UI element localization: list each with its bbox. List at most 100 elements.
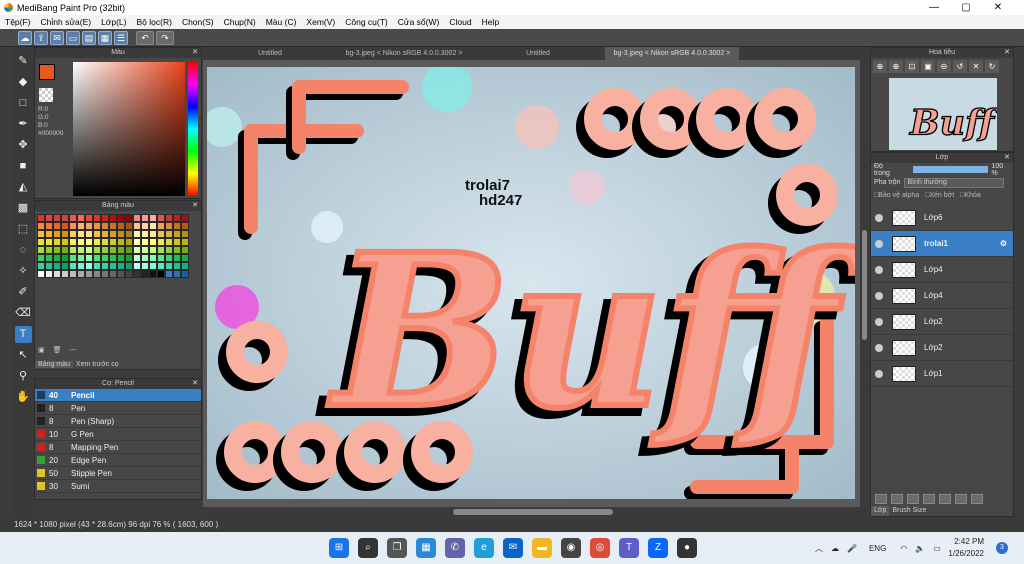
camera-icon[interactable]: ◉ bbox=[561, 538, 581, 558]
color-swatch[interactable] bbox=[69, 262, 77, 270]
color-swatch[interactable] bbox=[85, 270, 93, 278]
color-swatch[interactable] bbox=[93, 270, 101, 278]
chevron-up-icon[interactable]: ︿ bbox=[815, 543, 823, 554]
color-swatch[interactable] bbox=[37, 238, 45, 246]
color-swatch[interactable] bbox=[117, 222, 125, 230]
visibility-eye-icon[interactable] bbox=[875, 343, 883, 352]
saturation-value-picker[interactable] bbox=[73, 62, 185, 196]
tab-layer[interactable]: Lớp bbox=[871, 506, 890, 516]
color-swatch[interactable] bbox=[149, 262, 157, 270]
vertical-scrollbar[interactable] bbox=[860, 60, 869, 507]
task-view-icon[interactable]: ❐ bbox=[387, 538, 407, 558]
layer-item[interactable]: Lớp2 bbox=[871, 309, 1013, 335]
color-swatch[interactable] bbox=[69, 222, 77, 230]
color-swatch[interactable] bbox=[93, 254, 101, 262]
menu-cloud[interactable]: Cloud bbox=[444, 17, 476, 27]
delete-swatch-icon[interactable]: 🗑 bbox=[53, 347, 62, 354]
menu-help[interactable]: Help bbox=[477, 17, 504, 27]
menu-window[interactable]: Cửa sổ(W) bbox=[393, 17, 445, 27]
minimize-button[interactable]: — bbox=[918, 0, 950, 15]
color-swatch[interactable] bbox=[125, 254, 133, 262]
color-swatch[interactable] bbox=[141, 214, 149, 222]
color-swatch[interactable] bbox=[133, 270, 141, 278]
color-swatch[interactable] bbox=[165, 238, 173, 246]
shape-tool-icon[interactable]: ■ bbox=[15, 158, 32, 175]
color-swatch[interactable] bbox=[101, 230, 109, 238]
select-pen-icon[interactable]: ✐ bbox=[15, 284, 32, 301]
color-swatch[interactable] bbox=[141, 246, 149, 254]
layer-item[interactable]: trolai1 ⚙ bbox=[871, 231, 1013, 257]
color-swatch[interactable] bbox=[165, 270, 173, 278]
menu-filter[interactable]: Bộ lọc(R) bbox=[132, 17, 177, 27]
color-swatch[interactable] bbox=[69, 246, 77, 254]
brush-item[interactable]: 8 Mapping Pen bbox=[35, 441, 201, 454]
color-swatch[interactable] bbox=[101, 254, 109, 262]
select-tool-icon[interactable]: ⬚ bbox=[15, 221, 32, 238]
undo-icon[interactable]: ↶ bbox=[136, 30, 154, 45]
color-swatch[interactable] bbox=[61, 270, 69, 278]
layer-settings-gear-icon[interactable]: ⚙ bbox=[1000, 239, 1007, 248]
menu-edit[interactable]: Chỉnh sửa(E) bbox=[36, 17, 97, 27]
magic-wand-icon[interactable]: ✧ bbox=[15, 263, 32, 280]
color-swatch[interactable] bbox=[61, 262, 69, 270]
operation-tool-icon[interactable]: ↖ bbox=[15, 347, 32, 364]
color-swatch[interactable] bbox=[109, 230, 117, 238]
tab-untitled-1[interactable]: Untitled bbox=[203, 47, 337, 60]
color-swatch[interactable] bbox=[173, 262, 181, 270]
layer-item[interactable]: Lớp2 bbox=[871, 335, 1013, 361]
color-swatch[interactable] bbox=[109, 270, 117, 278]
color-swatch[interactable] bbox=[125, 238, 133, 246]
color-swatch[interactable] bbox=[45, 270, 53, 278]
color-swatch[interactable] bbox=[149, 230, 157, 238]
rotate-left-icon[interactable]: ↺ bbox=[953, 60, 967, 73]
swatch-more[interactable]: --- bbox=[69, 347, 76, 354]
color-swatch[interactable] bbox=[85, 238, 93, 246]
color-swatch[interactable] bbox=[117, 238, 125, 246]
chrome-icon[interactable]: ◎ bbox=[590, 538, 610, 558]
color-swatch[interactable] bbox=[69, 214, 77, 222]
windows-start-icon[interactable]: ⊞ bbox=[329, 538, 349, 558]
tab-swatches[interactable]: Bảng màu bbox=[35, 361, 73, 368]
color-swatch[interactable] bbox=[61, 230, 69, 238]
visibility-eye-icon[interactable] bbox=[875, 369, 883, 378]
color-swatch[interactable] bbox=[141, 270, 149, 278]
color-swatch[interactable] bbox=[133, 246, 141, 254]
transparent-color[interactable] bbox=[39, 88, 53, 102]
color-swatch[interactable] bbox=[173, 270, 181, 278]
text-tool-icon[interactable]: T bbox=[14, 326, 32, 343]
color-swatch[interactable] bbox=[37, 262, 45, 270]
color-swatch[interactable] bbox=[101, 246, 109, 254]
close-icon[interactable]: ✕ bbox=[1004, 48, 1010, 58]
color-swatch[interactable] bbox=[125, 262, 133, 270]
color-swatch[interactable] bbox=[181, 238, 189, 246]
duplicate-icon[interactable] bbox=[955, 494, 967, 504]
primary-color[interactable] bbox=[39, 64, 55, 80]
teams-icon[interactable]: T bbox=[619, 538, 639, 558]
pen-tool-icon[interactable]: ✒ bbox=[15, 116, 32, 133]
color-swatch[interactable] bbox=[101, 262, 109, 270]
maximize-button[interactable]: ▢ bbox=[950, 0, 982, 15]
color-swatch[interactable] bbox=[77, 262, 85, 270]
color-swatch[interactable] bbox=[77, 238, 85, 246]
actual-size-icon[interactable]: ▣ bbox=[921, 60, 935, 73]
brush-item[interactable]: 8 Pen (Sharp) bbox=[35, 415, 201, 428]
color-swatch[interactable] bbox=[133, 214, 141, 222]
color-swatch[interactable] bbox=[77, 270, 85, 278]
tab-brush-size[interactable]: Brush Size bbox=[889, 506, 929, 516]
menu-view[interactable]: Xem(V) bbox=[301, 17, 340, 27]
color-swatch[interactable] bbox=[125, 230, 133, 238]
menu-select[interactable]: Chọn(S) bbox=[177, 17, 219, 27]
color-swatch[interactable] bbox=[157, 214, 165, 222]
edge-icon[interactable]: e bbox=[474, 538, 494, 558]
color-swatch[interactable] bbox=[85, 230, 93, 238]
color-swatch[interactable] bbox=[45, 254, 53, 262]
color-swatch[interactable] bbox=[45, 246, 53, 254]
color-swatch[interactable] bbox=[133, 262, 141, 270]
reset-icon[interactable]: ✕ bbox=[969, 60, 983, 73]
close-button[interactable]: ✕ bbox=[982, 0, 1014, 15]
color-swatch[interactable] bbox=[37, 230, 45, 238]
zoom-out-icon[interactable]: ⊖ bbox=[937, 60, 951, 73]
vertical-scroll-thumb[interactable] bbox=[862, 230, 867, 340]
horizontal-scroll-thumb[interactable] bbox=[453, 509, 613, 515]
color-swatch[interactable] bbox=[85, 214, 93, 222]
